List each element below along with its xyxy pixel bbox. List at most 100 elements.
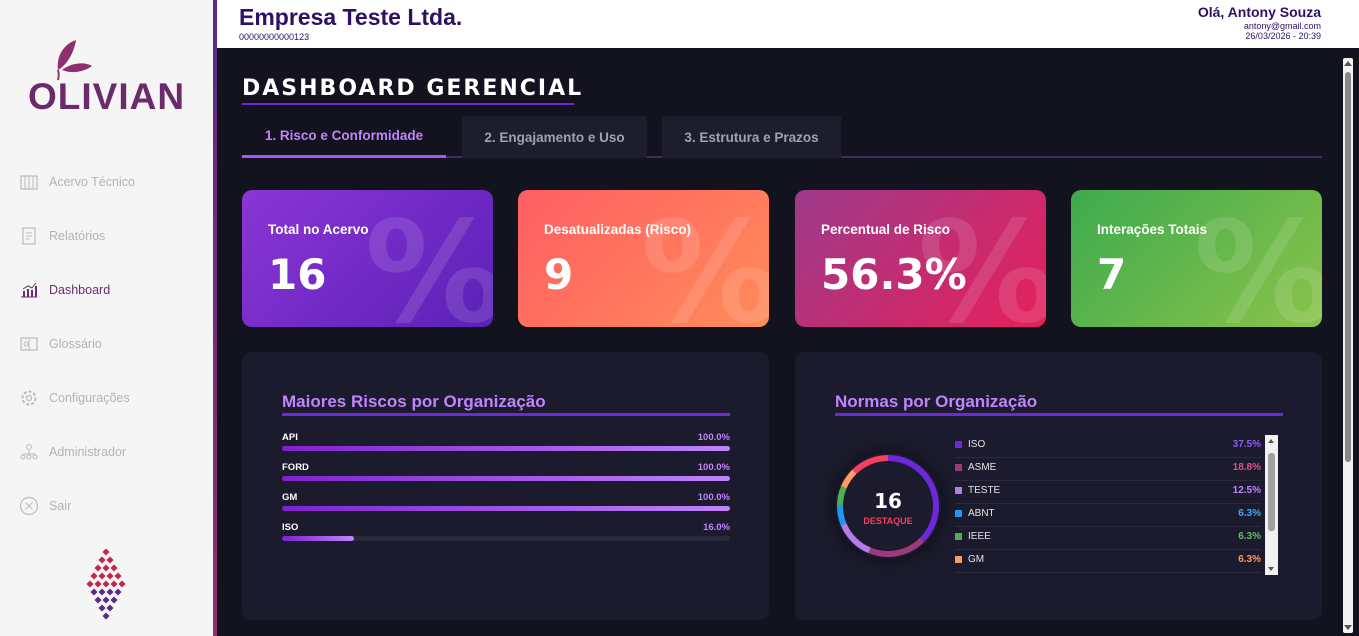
scroll-up-arrow-icon[interactable] [1268,439,1274,443]
sidebar-nav: Acervo Técnico Relatórios Dashboard Glos… [0,155,213,533]
norms-legend-list[interactable]: ISO 37.5% ASME 18.8% TESTE 12.5% ABNT 6.… [955,435,1282,575]
sidebar-item-label: Glossário [49,337,102,351]
brand-dot [114,588,122,596]
percent-watermark-icon: % [1193,192,1322,328]
sidebar-item-label: Configurações [49,391,130,405]
sidebar-item-relatorios[interactable]: Relatórios [0,209,213,263]
percent-watermark-icon: % [364,192,493,328]
kpi-card-desatualizadas: % Desatualizadas (Risco) 9 [518,190,769,327]
user-email: antony@gmail.com [1243,21,1321,31]
current-datetime: 26/03/2026 - 20:39 [1245,31,1321,41]
legend-value: 37.5% [1232,439,1261,450]
main-content: DASHBOARD GERENCIAL 1. Risco e Conformid… [217,48,1359,636]
dashboard-tabs: 1. Risco e Conformidade 2. Engajamento e… [242,116,1322,158]
brand-dot [106,556,114,564]
legend-value: 6.3% [1238,508,1261,519]
brand-dot [98,604,106,612]
legend-scroll-thumb[interactable] [1268,453,1275,531]
risk-org-name: FORD [282,462,309,473]
brand-dot [106,588,114,596]
sidebar-item-configuracoes[interactable]: Configurações [0,371,213,425]
sidebar-item-acervo-tecnico[interactable]: Acervo Técnico [0,155,213,209]
kpi-card-total-acervo: % Total no Acervo 16 [242,190,493,327]
legend-name: ABNT [968,508,995,519]
scroll-up-arrow-icon[interactable] [1344,61,1352,66]
scroll-down-arrow-icon[interactable] [1268,567,1274,571]
sidebar-item-label: Dashboard [49,283,111,297]
sidebar-item-glossario[interactable]: Glossário [0,317,213,371]
risk-bar-fill [282,536,354,541]
risk-bar-track [282,446,730,451]
brand-dot [90,588,98,596]
legend-color-swatch [955,556,962,563]
risk-org-name: ISO [282,522,299,533]
risk-bar-track [282,536,730,541]
sidebar-item-sair[interactable]: Sair [0,479,213,533]
risk-bar-track [282,476,730,481]
legend-value: 6.3% [1238,554,1261,565]
risk-bar-fill [282,506,730,511]
legend-value: 12.5% [1232,485,1261,496]
sidebar: OLIVIAN Acervo Técnico Relatórios Dashbo… [0,0,213,636]
legend-item: GM 6.3% [955,550,1261,573]
kpi-value: 56.3% [821,250,967,299]
chart-icon [19,280,39,300]
brand-diamond-mark [70,548,142,624]
risk-pct: 100.0% [697,492,730,503]
legend-name: ASME [968,462,997,473]
kpi-label: Percentual de Risco [821,222,951,237]
panel-title-underline [282,413,730,416]
olivian-logo: OLIVIAN [28,36,188,118]
sidebar-item-label: Acervo Técnico [49,175,135,189]
gear-icon [19,388,39,408]
scroll-down-arrow-icon[interactable] [1344,625,1352,630]
risk-pct: 100.0% [697,432,730,443]
kpi-card-percentual-risco: % Percentual de Risco 56.3% [795,190,1046,327]
brand-dot [118,580,126,588]
library-icon [19,172,39,192]
page-title: DASHBOARD GERENCIAL [242,76,584,101]
brand-dot [102,596,110,604]
norms-donut-chart: 16 DESTAQUE [835,453,941,559]
risk-row: ISO 16.0% [282,522,730,552]
sidebar-item-label: Administrador [49,445,127,459]
brand-dot [102,564,110,572]
sidebar-item-administrador[interactable]: Administrador [0,425,213,479]
legend-item: TESTE 12.5% [955,481,1261,504]
risks-panel: Maiores Riscos por Organização API 100.0… [242,352,769,620]
brand-dot [102,580,110,588]
brand-dot [110,596,118,604]
brand-dot [110,564,118,572]
panel-title: Maiores Riscos por Organização [282,392,546,411]
panel-title: Normas por Organização [835,392,1038,411]
brand-dot [98,572,106,580]
sidebar-item-dashboard[interactable]: Dashboard [0,263,213,317]
legend-value: 18.8% [1232,462,1261,473]
legend-item: ASME 18.8% [955,458,1261,481]
kpi-value: 9 [544,250,574,299]
kpi-label: Desatualizadas (Risco) [544,222,692,237]
tab-engajamento-uso[interactable]: 2. Engajamento e Uso [462,116,647,158]
brand-dot [86,580,94,588]
main-scrollbar[interactable] [1343,58,1353,633]
main-scroll-thumb[interactable] [1345,72,1351,462]
legend-scrollbar[interactable] [1265,435,1278,575]
sidebar-item-label: Relatórios [49,229,106,243]
page-title-underline [242,103,574,105]
brand-dot [106,604,114,612]
admin-icon [19,442,39,462]
risk-pct: 100.0% [697,462,730,473]
glossary-icon [19,334,39,354]
legend-name: GM [968,554,985,565]
tab-estrutura-prazos[interactable]: 3. Estrutura e Prazos [662,116,841,158]
legend-name: IEEE [968,531,991,542]
panel-title-underline [835,413,1283,416]
legend-name: ISO [968,439,986,450]
top-header: Empresa Teste Ltda. 00000000000123 Olá, … [217,0,1359,48]
brand-dot [102,612,110,620]
risk-row: FORD 100.0% [282,462,730,492]
legend-value: 6.3% [1238,531,1261,542]
tab-risco-conformidade[interactable]: 1. Risco e Conformidade [242,116,446,158]
legend-item: ABNT 6.3% [955,504,1261,527]
brand-dot [102,548,110,556]
